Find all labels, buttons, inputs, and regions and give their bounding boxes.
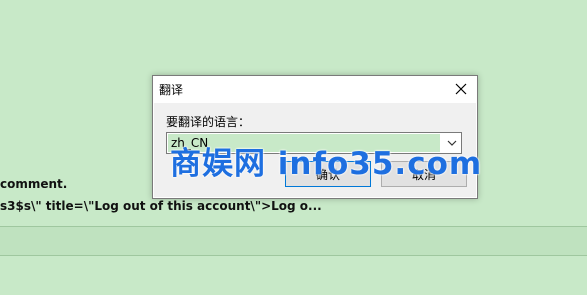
close-button[interactable]	[449, 78, 473, 100]
dialog-title: 翻译	[159, 83, 184, 97]
close-icon	[455, 83, 467, 95]
background-input-bar	[0, 226, 587, 256]
watermark-text: 商娱网 info35.com	[170, 146, 483, 182]
background-text-comment: comment.	[0, 177, 68, 191]
language-label: 要翻译的语言：	[166, 115, 251, 129]
background-text-logout-html: s3$s\" title=\"Log out of this account\"…	[0, 199, 322, 213]
dialog-title-bar[interactable]: 翻译	[153, 76, 477, 103]
